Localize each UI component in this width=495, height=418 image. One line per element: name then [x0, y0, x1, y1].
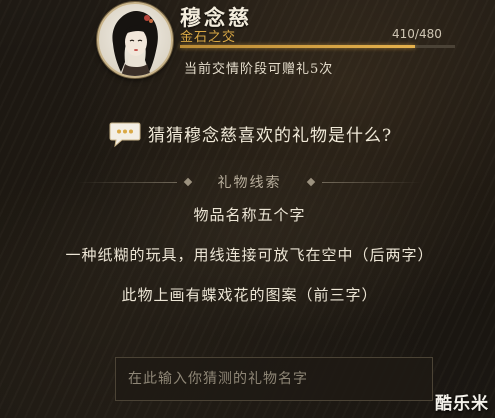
affinity-progress-bar — [180, 45, 455, 48]
divider-right — [322, 182, 422, 183]
speech-bubble-icon — [109, 122, 141, 148]
clue-item: 物品名称五个字 — [193, 206, 306, 224]
clue-header: 礼物线索 — [22, 172, 477, 192]
clue-item: 一种纸糊的玩具，用线连接可放飞在空中（后两字） — [65, 246, 434, 264]
gift-remaining-note: 当前交情阶段可赠礼5次 — [184, 62, 334, 77]
affinity-progress-fill — [180, 45, 415, 48]
portrait-image — [112, 10, 158, 76]
clue-title: 礼物线索 — [217, 175, 282, 191]
watermark-logo: 酷乐米 — [435, 394, 489, 414]
relation-level: 金石之交 — [180, 30, 237, 45]
character-avatar[interactable] — [97, 2, 173, 78]
affinity-count: 410/480 — [392, 27, 442, 41]
diamond-ornament-left — [183, 177, 193, 187]
clue-panel: 礼物线索 物品名称五个字 一种纸糊的玩具，用线连接可放飞在空中（后两字） 此物上… — [22, 160, 477, 340]
clue-item: 此物上画有蝶戏花的图案（前三字） — [121, 286, 378, 304]
guess-question: 猜猜穆念慈喜欢的礼物是什么? — [148, 126, 393, 146]
divider-left — [77, 182, 177, 183]
diamond-ornament-right — [306, 177, 316, 187]
gift-guess-input[interactable] — [115, 357, 433, 401]
